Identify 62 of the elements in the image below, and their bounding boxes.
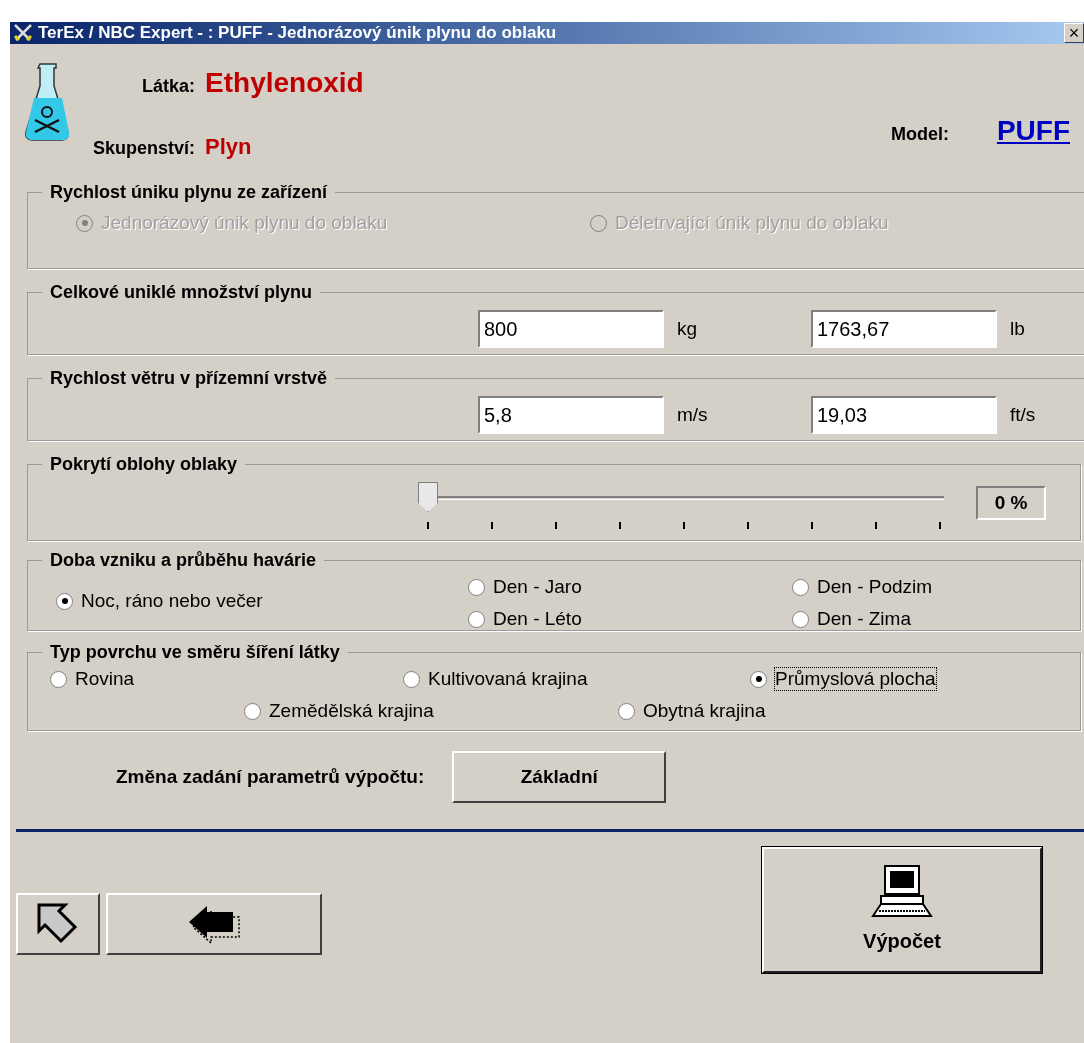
unit-label: kg — [677, 316, 698, 341]
window-title: TerEx / NBC Expert - : PUFF - Jednorázový únik plynu do oblaku — [38, 22, 557, 45]
radio-button[interactable] — [792, 610, 809, 628]
radio-label[interactable]: Noc, ráno nebo večer — [81, 590, 263, 612]
radio-button[interactable] — [56, 592, 73, 610]
tick-mark — [811, 522, 813, 529]
radio-button[interactable] — [50, 670, 67, 688]
radio-label[interactable]: Den - Zima — [817, 608, 911, 630]
group-title: Celkové uniklé množství plynu — [49, 281, 314, 304]
tick-mark — [491, 522, 493, 529]
radio-label[interactable]: Kultivovaná krajina — [428, 668, 588, 690]
model-link[interactable]: PUFF — [996, 110, 1070, 152]
group-title: Rychlost větru v přízemní vrstvě — [49, 367, 329, 390]
unit-label: lb — [1010, 316, 1025, 341]
radio-button[interactable] — [403, 670, 420, 688]
field-label: Skupenství: — [93, 137, 196, 160]
radio-label[interactable]: Den - Léto — [493, 608, 582, 630]
tick-mark — [875, 522, 877, 529]
radio-button[interactable] — [792, 578, 809, 596]
compute-button[interactable]: Výpočet — [762, 847, 1042, 973]
tick-mark — [939, 522, 941, 529]
arrow-button[interactable] — [16, 893, 100, 955]
unit-label: m/s — [677, 402, 708, 427]
substance-name: Ethylenoxid — [205, 66, 364, 100]
back-button[interactable] — [106, 893, 322, 955]
radio-label[interactable]: Průmyslová plocha — [775, 668, 936, 690]
group-title: Rychlost úniku plynu ze zařízení — [49, 181, 329, 204]
number-field[interactable]: 19,03 — [811, 396, 997, 434]
close-button[interactable]: × — [1064, 23, 1084, 43]
state-value: Plyn — [205, 133, 253, 161]
radio-label[interactable]: Zemědělská krajina — [269, 700, 434, 722]
unit-label: ft/s — [1010, 402, 1036, 427]
group-title: Typ povrchu ve směru šíření látky — [49, 641, 341, 664]
radio-label[interactable]: Den - Jaro — [493, 576, 582, 598]
slider-thumb[interactable] — [418, 482, 438, 512]
number-field[interactable]: 1763,67 — [811, 310, 997, 348]
parameter-change-label: Změna zadání parametrů výpočtu: — [116, 764, 425, 789]
tick-mark — [619, 522, 621, 529]
percent-readout: 0 % — [976, 486, 1046, 520]
radio-label[interactable]: Den - Podzim — [817, 576, 933, 598]
computer-icon — [871, 864, 933, 918]
radio-label[interactable]: Obytná krajina — [643, 700, 766, 722]
poison-flask-icon — [25, 62, 69, 142]
tick-mark — [747, 522, 749, 529]
number-field[interactable]: 5,8 — [478, 396, 664, 434]
crossed-swords-icon — [13, 24, 33, 42]
basic-button[interactable]: Základní — [452, 751, 667, 803]
field-label: Model: — [890, 123, 949, 146]
radio-button[interactable] — [468, 610, 485, 628]
group-title: Doba vzniku a průběhu havárie — [49, 549, 318, 572]
field-label: Látka: — [141, 75, 196, 98]
group-title: Pokrytí oblohy oblaky — [49, 453, 239, 476]
radio-button[interactable] — [618, 702, 635, 720]
radio-button[interactable] — [468, 578, 485, 596]
radio-button[interactable] — [244, 702, 261, 720]
tick-mark — [683, 522, 685, 529]
radio-label[interactable]: Rovina — [75, 668, 135, 690]
radio-button[interactable] — [750, 670, 767, 688]
tick-mark — [555, 522, 557, 529]
number-field[interactable]: 800 — [478, 310, 664, 348]
tick-mark — [427, 522, 429, 529]
left-arrow-icon — [187, 904, 241, 944]
